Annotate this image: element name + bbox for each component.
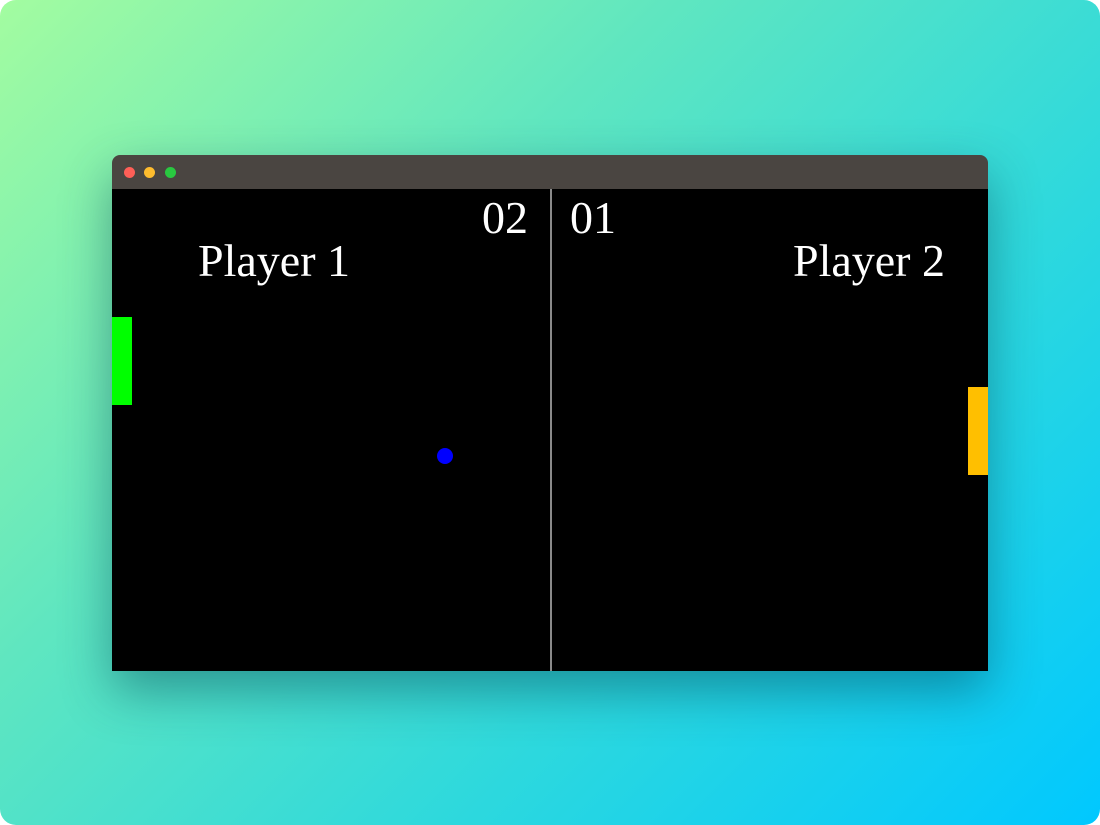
player1-score: 02 bbox=[482, 192, 528, 243]
minimize-window-button[interactable] bbox=[144, 167, 155, 178]
center-net bbox=[550, 189, 552, 671]
gradient-backdrop: 02 01 Player 1 Player 2 bbox=[0, 0, 1100, 825]
player1-paddle[interactable] bbox=[112, 317, 132, 405]
player2-score: 01 bbox=[570, 192, 616, 243]
close-window-button[interactable] bbox=[124, 167, 135, 178]
game-court[interactable]: 02 01 Player 1 Player 2 bbox=[112, 189, 988, 671]
player2-paddle[interactable] bbox=[968, 387, 988, 475]
player1-name: Player 1 bbox=[198, 235, 351, 286]
ball bbox=[437, 448, 453, 464]
zoom-window-button[interactable] bbox=[165, 167, 176, 178]
player2-name: Player 2 bbox=[792, 235, 945, 286]
app-window: 02 01 Player 1 Player 2 bbox=[112, 155, 988, 671]
window-titlebar[interactable] bbox=[112, 155, 988, 189]
